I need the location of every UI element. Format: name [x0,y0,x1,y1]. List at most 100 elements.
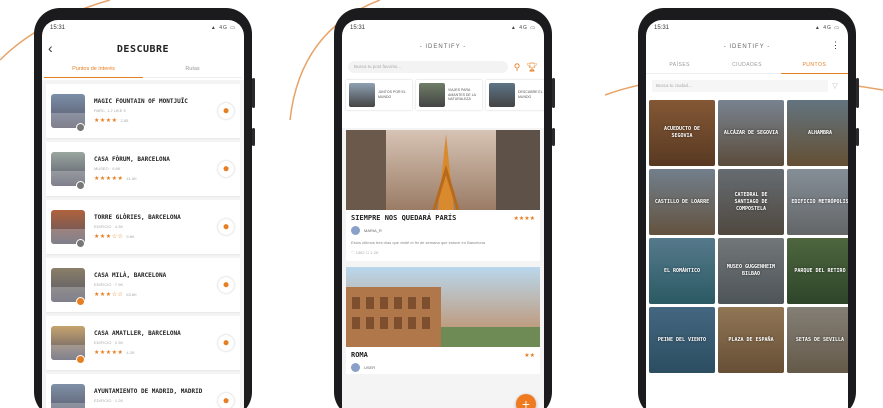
place-tile[interactable]: SETAS DE SEVILLA [787,307,848,373]
tile-label: MUSEO GUGGENHEIM BILBAO [726,264,776,277]
rating-stars: ★★★☆☆ [94,292,124,298]
status-icons: ▲ 4G ▭ [814,25,840,31]
list-item[interactable]: CASA FÒRUM, BARCELONA MUSEO · 9.8K ★★★★★ 41… [46,142,240,196]
app-header: ‹ DESCUBRE [42,36,244,62]
collection-card[interactable]: DESCUBRE EL MUNDO [486,80,544,110]
post-excerpt: Estos últimos tres días que visité el fi… [351,240,486,245]
tile-label: ACUEDUCTO DE SEGOVIA [663,126,701,139]
category-badge-icon [76,355,85,364]
search-row: Busca tu ciudad... ▽ [646,74,848,98]
place-name: AYUNTAMIENTO DE MADRID, MADRID [94,388,203,395]
rating: ★★★★ 2.85 [94,117,218,124]
avatar [351,363,360,372]
list-item[interactable]: CASA AMATLLER, BARCELONA EDIFICIO · 2.3K ★… [46,316,240,370]
post-author: USER [346,361,540,374]
rating-count: 63.8K [126,292,137,297]
place-tile[interactable]: PLAZA DE ESPAÑA [718,307,784,373]
item-info: CASA FÒRUM, BARCELONA MUSEO · 9.8K ★★★★★ 41… [94,156,218,182]
rating: ★★★☆☆ 9.8K [94,233,218,240]
status-icons: ▲ 4G ▭ [210,25,236,31]
collections-carousel: JUNTOS POR EL MUNDO VIAJES PARA AMANTES D… [342,76,544,114]
screen: 15:31 ▲ 4G ▭ ‹ DESCUBRE Puntos de interé… [42,20,244,408]
post-rating: ★★ [524,352,535,359]
post-title: ROMA [351,351,368,359]
place-subtitle: EDIFICIO · 4.3K [94,224,124,229]
place-tile[interactable]: ALHAMBRA [787,100,848,166]
post-card[interactable]: ROMA ★★ USER [346,267,540,374]
app-header: - IDENTIFY - ⋮ [646,36,848,58]
place-subtitle: EDIFICIO · 1.2K [94,398,124,403]
place-tile[interactable]: PARQUE DEL RETIRO [787,238,848,304]
tab-bar: PAÍSES CIUDADES PUNTOS [646,58,848,74]
trophy-icon[interactable]: 🏆︎ [526,62,538,73]
place-tile[interactable]: CASTILLO DE LOARRE [649,169,715,235]
place-name: TORRE GLÒRIES, BARCELONA [94,214,181,221]
post-author: MARIA_R [346,224,540,237]
tile-label: ALHAMBRA [807,129,833,136]
kebab-menu-icon[interactable]: ⋮ [831,40,840,51]
tile-label: PLAZA DE ESPAÑA [728,336,774,343]
list-item[interactable]: AYUNTAMIENTO DE MADRID, MADRID EDIFICIO ·… [46,374,240,408]
collection-title: VIAJES PARA AMANTES DE LA NATURALEZA [448,88,476,102]
collection-card[interactable]: VIAJES PARA AMANTES DE LA NATURALEZA [416,80,482,110]
place-tile[interactable]: EL ROMÁNTICO [649,238,715,304]
tab-routes[interactable]: Rutas [143,62,242,78]
rating-stars: ★★★☆☆ [94,234,124,240]
place-tile[interactable]: CATEDRAL DE SANTIAGO DE COMPOSTELA [718,169,784,235]
screen: 15:31 ▲ 4G ▭ - IDENTIFY - Busca tu post … [342,20,544,408]
place-tile[interactable]: MUSEO GUGGENHEIM BILBAO [718,238,784,304]
place-tile[interactable]: EDIFICIO METRÓPOLIS [787,169,848,235]
post-title-row: SIEMPRE NOS QUEDARÁ PARÍS ★★★★ [346,210,540,224]
phone-feed: 15:31 ▲ 4G ▭ - IDENTIFY - Busca tu post … [334,8,555,408]
place-subtitle: PARC, 1.2 LIKE 5 [94,108,126,113]
place-name: CASA MILÀ, BARCELONA [94,272,167,279]
list-item[interactable]: CASA MILÀ, BARCELONA EDIFICIO · 7.9K ★★★☆☆… [46,258,240,312]
post-stats: ♡ 1362 ☐ 1.2K [351,250,379,255]
poi-list: MAGIC FOUNTAIN OF MONTJUÏC PARC, 1.2 LIKE… [42,80,244,408]
search-input[interactable]: Busca tu ciudad... [652,80,828,92]
search-row: Busca tu post favorito... ⚲ 🏆︎ [342,58,544,76]
rating: ★★★★★ 41.6K [94,175,218,182]
place-tile[interactable]: ACUEDUCTO DE SEGOVIA [649,100,715,166]
back-arrow-icon[interactable]: ‹ [48,40,53,56]
rating-count: 41.6K [126,176,137,181]
tab-countries[interactable]: PAÍSES [646,58,714,74]
tab-cities[interactable]: CIUDADES [713,58,781,74]
rating: ★★★☆☆ 63.8K [94,291,218,298]
add-post-button[interactable]: + [516,394,536,408]
filter-icon[interactable]: ▽ [828,82,842,90]
location-pin-icon[interactable]: ⬤ [218,219,234,235]
avatar [351,226,360,235]
collection-image [489,83,515,107]
place-name: CASA FÒRUM, BARCELONA [94,156,170,163]
list-item[interactable]: MAGIC FOUNTAIN OF MONTJUÏC PARC, 1.2 LIKE… [46,84,240,138]
author-name: USER [364,365,376,370]
location-pin-icon[interactable]: ⬤ [218,161,234,177]
place-tile[interactable]: PEINE DEL VIENTO [649,307,715,373]
rating: ★★★★★ 4.2K [94,349,218,356]
location-pin-icon[interactable]: ⬤ [218,277,234,293]
tab-points-of-interest[interactable]: Puntos de interés [44,62,143,78]
post-feed: SIEMPRE NOS QUEDARÁ PARÍS ★★★★ MARIA_R Esto… [342,128,544,408]
post-card[interactable]: SIEMPRE NOS QUEDARÁ PARÍS ★★★★ MARIA_R Esto… [346,130,540,261]
status-bar: 15:31 ▲ 4G ▭ [342,20,544,36]
app-header: - IDENTIFY - [342,36,544,58]
tab-points[interactable]: PUNTOS [780,58,848,74]
collection-card[interactable]: JUNTOS POR EL MUNDO [346,80,412,110]
rating-stars: ★★★★★ [94,350,124,356]
location-pin-icon[interactable]: ⬤ [218,103,234,119]
search-icon[interactable]: ⚲ [511,62,523,73]
location-pin-icon[interactable]: ⬤ [218,393,234,408]
category-badge-icon [76,181,85,190]
search-input[interactable]: Busca tu post favorito... [348,61,508,73]
item-info: AYUNTAMIENTO DE MADRID, MADRID EDIFICIO ·… [94,388,218,408]
collection-title: JUNTOS POR EL MUNDO [378,90,406,99]
colosseum-illustration [346,287,540,347]
tile-label: PEINE DEL VIENTO [657,336,707,343]
tile-label: CATEDRAL DE SANTIAGO DE COMPOSTELA [734,191,768,212]
list-item[interactable]: TORRE GLÒRIES, BARCELONA EDIFICIO · 4.3K ★… [46,200,240,254]
location-pin-icon[interactable]: ⬤ [218,335,234,351]
phone-discover: 15:31 ▲ 4G ▭ ‹ DESCUBRE Puntos de interé… [34,8,255,408]
place-tile[interactable]: ALCÁZAR DE SEGOVIA [718,100,784,166]
collection-image [419,83,445,107]
